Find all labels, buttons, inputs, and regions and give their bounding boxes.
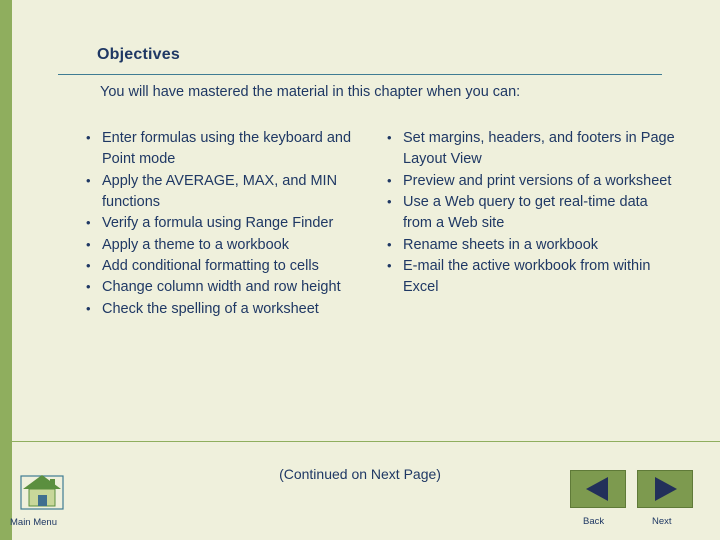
objectives-column-left: Enter formulas using the keyboard and Po… xyxy=(78,128,377,320)
next-arrow-icon xyxy=(637,470,693,508)
bullet-list-right: Set margins, headers, and footers in Pag… xyxy=(379,128,678,299)
list-item: Enter formulas using the keyboard and Po… xyxy=(78,128,377,171)
list-item: Add conditional formatting to cells xyxy=(78,256,377,277)
list-item: E-mail the active workbook from within E… xyxy=(379,256,678,299)
list-item: Change column width and row height xyxy=(78,277,377,298)
next-label: Next xyxy=(652,516,672,527)
list-item: Preview and print versions of a workshee… xyxy=(379,171,678,192)
footer-divider xyxy=(12,441,720,442)
back-label: Back xyxy=(583,516,605,527)
list-item: Check the spelling of a worksheet xyxy=(78,299,377,320)
list-item: Verify a formula using Range Finder xyxy=(78,213,377,234)
main-menu-button[interactable] xyxy=(20,470,64,510)
page-title: Objectives xyxy=(97,46,180,63)
main-menu-label: Main Menu xyxy=(10,517,57,528)
back-button[interactable] xyxy=(570,470,626,508)
intro-text: You will have mastered the material in t… xyxy=(100,84,521,100)
title-divider xyxy=(58,74,662,75)
objectives-column-right: Set margins, headers, and footers in Pag… xyxy=(377,128,678,320)
list-item: Rename sheets in a workbook xyxy=(379,235,678,256)
next-button[interactable] xyxy=(637,470,693,508)
back-arrow-icon xyxy=(570,470,626,508)
list-item: Apply the AVERAGE, MAX, and MIN function… xyxy=(78,171,377,214)
left-accent-bar xyxy=(0,0,12,540)
home-icon xyxy=(20,475,64,510)
slide: Objectives You will have mastered the ma… xyxy=(0,0,720,540)
list-item: Use a Web query to get real-time data fr… xyxy=(379,192,678,235)
objectives-columns: Enter formulas using the keyboard and Po… xyxy=(78,128,678,320)
list-item: Set margins, headers, and footers in Pag… xyxy=(379,128,678,171)
bullet-list-left: Enter formulas using the keyboard and Po… xyxy=(78,128,377,320)
list-item: Apply a theme to a workbook xyxy=(78,235,377,256)
